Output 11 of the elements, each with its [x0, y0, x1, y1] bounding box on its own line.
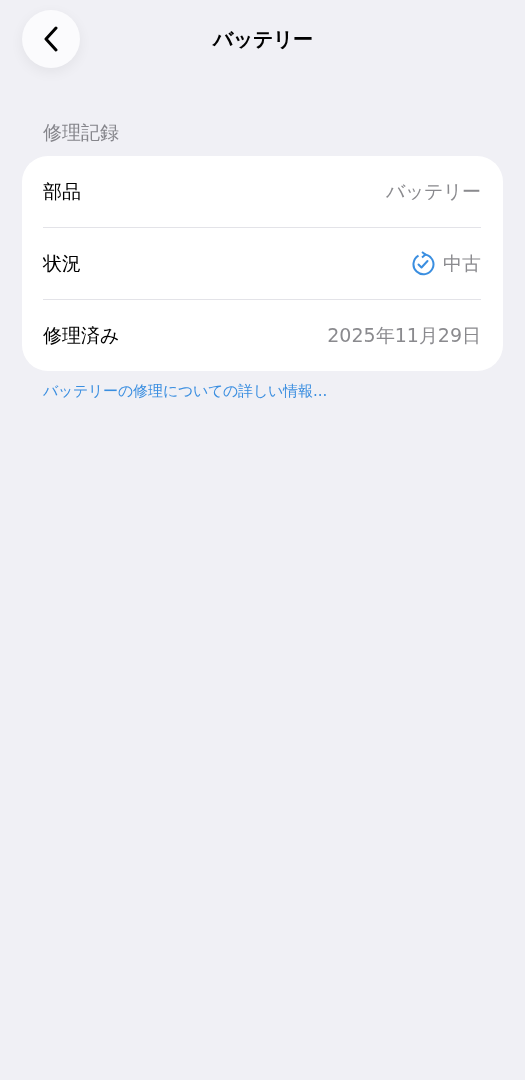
back-icon — [43, 26, 59, 52]
page-title: バッテリー — [211, 25, 314, 53]
row-label: 部品 — [43, 178, 81, 204]
row-label: 状況 — [43, 250, 81, 276]
section-header: 修理記録 — [42, 120, 120, 145]
row-value: 2025年11月29日 — [327, 322, 481, 348]
info-link[interactable]: バッテリーの修理についての詳しい情報... — [43, 382, 328, 401]
row-value: バッテリー — [386, 178, 481, 204]
refresh-check-icon — [411, 251, 435, 276]
row-value: 中古 — [443, 250, 481, 276]
row-label: 修理済み — [43, 322, 119, 348]
